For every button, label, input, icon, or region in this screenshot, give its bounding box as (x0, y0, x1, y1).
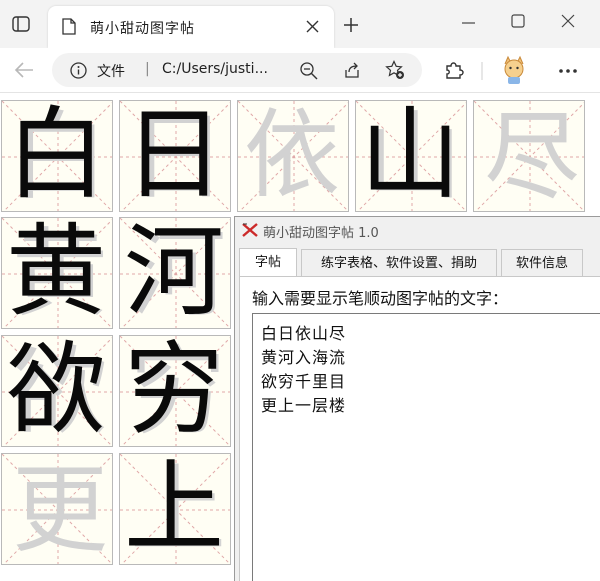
maximize-icon[interactable] (511, 14, 525, 28)
char-glyph: 白 (6, 100, 106, 212)
poem-line: 欲穷千里目 (261, 372, 347, 391)
profile-avatar-icon[interactable] (500, 55, 528, 85)
char-cell: 日 日 (119, 100, 231, 212)
tab-actions-icon[interactable] (12, 16, 30, 32)
app-logo-icon (241, 222, 259, 238)
char-cell: 欲 欲 (1, 335, 113, 447)
address-bar[interactable]: 文件 | C:/Users/justi... (52, 53, 422, 87)
char-cell: 更 (1, 453, 113, 565)
zoom-out-icon[interactable] (300, 62, 318, 80)
app-title: 萌小甜动图字帖 1.0 (263, 226, 379, 241)
add-favorite-icon[interactable] (385, 60, 405, 80)
address-separator: | (145, 61, 150, 77)
char-cell: 白 白 (1, 100, 113, 212)
char-cell: 穷 穷 (119, 335, 231, 447)
toolbar-separator (481, 62, 483, 80)
window-close-icon[interactable] (561, 14, 575, 28)
tab-strip: 萌小甜动图字帖 (0, 0, 600, 48)
extensions-icon[interactable] (444, 60, 464, 80)
app-window: 萌小甜动图字帖 1.0 字帖 练字表格、软件设置、捐助 软件信息 输入需要显示笔… (234, 216, 600, 581)
poem-line: 黄河入海流 (261, 348, 347, 367)
new-tab-icon[interactable] (343, 17, 359, 33)
ghost-glyph: 更 (12, 454, 108, 565)
more-icon[interactable] (558, 68, 578, 74)
tab-copybook[interactable]: 字帖 (239, 248, 297, 277)
address-url[interactable]: C:/Users/justi... (162, 61, 268, 77)
info-icon[interactable] (70, 62, 87, 79)
address-scheme-label: 文件 (97, 64, 125, 80)
ghost-glyph: 依 (244, 100, 340, 211)
char-glyph: 黄 (6, 217, 106, 329)
char-cell: 上 上 (119, 453, 231, 565)
input-prompt: 输入需要显示笔顺动图字帖的文字： (252, 289, 509, 308)
tab-title: 萌小甜动图字帖 (90, 21, 195, 37)
page-icon (62, 18, 76, 35)
char-cell: 黄 黄 (1, 217, 113, 329)
browser-toolbar: 文件 | C:/Users/justi... (0, 48, 600, 93)
page-content: 白 白 日 日 依 山 山 尽 黄 黄 河 河 欲 欲 穷 穷 更 上 上 萌小… (0, 93, 600, 581)
back-icon[interactable] (14, 61, 34, 79)
char-cell: 依 (237, 100, 349, 212)
char-glyph: 山 (360, 100, 460, 212)
char-cell: 尽 (473, 100, 585, 212)
app-tabs: 字帖 练字表格、软件设置、捐助 软件信息 (235, 248, 600, 277)
minimize-icon[interactable] (462, 21, 476, 25)
char-glyph: 穷 (124, 335, 224, 447)
char-cell: 山 山 (355, 100, 467, 212)
char-glyph: 上 (124, 453, 224, 565)
active-tab[interactable]: 萌小甜动图字帖 (48, 6, 334, 48)
ghost-glyph: 尽 (484, 101, 580, 212)
poem-line: 白日依山尽 (261, 324, 347, 343)
poem-line: 更上一层楼 (261, 396, 347, 415)
tab-settings[interactable]: 练字表格、软件设置、捐助 (301, 249, 497, 276)
char-glyph: 河 (124, 217, 224, 329)
tab-about[interactable]: 软件信息 (501, 249, 583, 276)
share-icon[interactable] (343, 61, 361, 79)
copybook-panel: 输入需要显示笔顺动图字帖的文字： 白日依山尽 黄河入海流 欲穷千里目 更上一层楼 (239, 276, 600, 581)
text-input-area[interactable]: 白日依山尽 黄河入海流 欲穷千里目 更上一层楼 (252, 313, 600, 581)
char-cell: 河 河 (119, 217, 231, 329)
char-glyph: 日 (124, 100, 224, 212)
close-icon[interactable] (306, 20, 319, 33)
char-glyph: 欲 (6, 335, 106, 447)
